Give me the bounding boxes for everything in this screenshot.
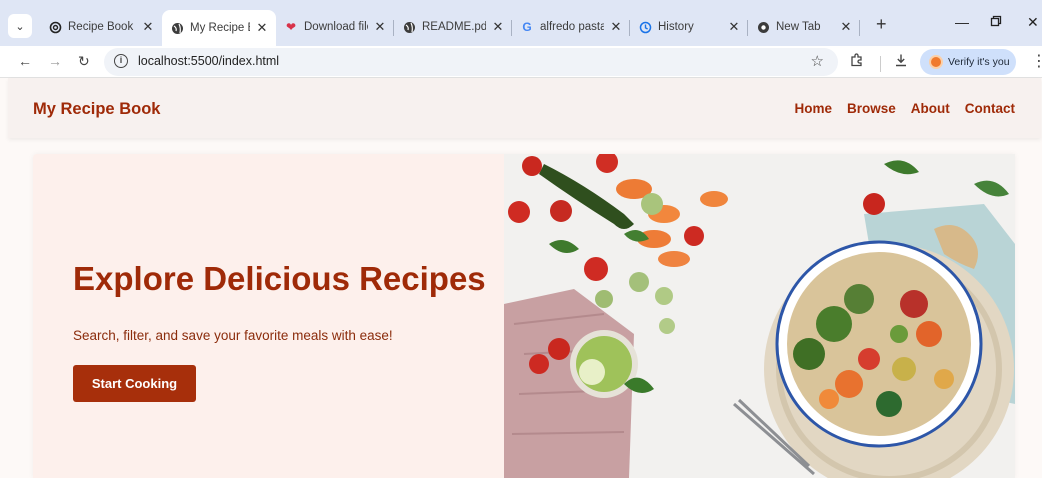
close-icon[interactable]: ✕: [728, 19, 740, 35]
tab-title: alfredo pasta: [540, 21, 604, 33]
extensions-puzzle-icon[interactable]: [850, 53, 864, 70]
history-icon: [638, 20, 652, 34]
nav-home-link[interactable]: Home: [794, 101, 832, 116]
start-cooking-button[interactable]: Start Cooking: [73, 365, 196, 402]
close-icon[interactable]: ✕: [840, 19, 852, 35]
globe-icon: [402, 20, 416, 34]
tab-search-button[interactable]: ⌄: [8, 14, 32, 38]
close-icon[interactable]: ✕: [610, 19, 622, 35]
forward-arrow-icon[interactable]: →: [48, 53, 62, 69]
more-menu-icon[interactable]: ⋮: [1031, 51, 1042, 71]
url-text[interactable]: localhost:5500/index.html: [138, 54, 279, 68]
main-nav: Home Browse About Contact: [794, 101, 1015, 116]
tab-my-recipe-book[interactable]: My Recipe Bo ✕: [162, 10, 276, 46]
tab-separator: [859, 20, 860, 36]
close-icon[interactable]: ✕: [142, 19, 154, 35]
tab-readme-pdf[interactable]: README.pdf ✕: [394, 12, 512, 42]
chrome-icon: [756, 20, 770, 34]
hero-title: Explore Delicious Recipes: [73, 260, 486, 297]
tab-list: Recipe Book V ✕ My Recipe Bo ✕ ❤ Downloa…: [40, 10, 860, 46]
tab-history[interactable]: History ✕: [630, 12, 748, 42]
verify-label: Verify it's you: [948, 56, 1010, 68]
tab-download-file[interactable]: ❤ Download file ✕: [276, 12, 394, 42]
tab-strip: ⌄ Recipe Book V ✕ My Recipe Bo ✕ ❤ Downl…: [0, 0, 1042, 46]
minimize-icon[interactable]: —: [955, 14, 969, 30]
address-bar[interactable]: i localhost:5500/index.html ☆: [104, 48, 838, 76]
tab-title: My Recipe Bo: [190, 22, 250, 34]
site-info-icon[interactable]: i: [114, 54, 128, 68]
window-close-icon[interactable]: ✕: [1027, 14, 1039, 31]
verify-profile-button[interactable]: Verify it's you: [920, 49, 1016, 75]
heart-icon: ❤: [285, 20, 297, 34]
openai-icon: [48, 20, 62, 34]
browser-toolbar: ← → ↻ i localhost:5500/index.html ☆ Veri…: [0, 46, 1042, 78]
back-arrow-icon[interactable]: ←: [18, 53, 32, 69]
nav-contact-link[interactable]: Contact: [965, 101, 1015, 116]
tab-new-tab[interactable]: New Tab ✕: [748, 12, 860, 42]
new-tab-plus-icon[interactable]: +: [876, 14, 887, 35]
avatar: [929, 55, 943, 69]
tab-title: History: [658, 21, 694, 33]
close-icon[interactable]: ✕: [492, 19, 504, 35]
site-header: My Recipe Book Home Browse About Contact: [8, 78, 1041, 138]
tab-alfredo-pasta[interactable]: G alfredo pasta ✕: [512, 12, 630, 42]
hero-section: Explore Delicious Recipes Search, filter…: [33, 154, 1015, 478]
tab-recipe-book-v[interactable]: Recipe Book V ✕: [40, 12, 162, 42]
web-page: My Recipe Book Home Browse About Contact…: [0, 78, 1042, 478]
toolbar-divider: [880, 56, 881, 72]
google-icon: G: [522, 20, 532, 34]
tab-title: Recipe Book V: [68, 21, 136, 33]
hero-food-image: [504, 154, 1015, 478]
nav-browse-link[interactable]: Browse: [847, 101, 896, 116]
restore-icon[interactable]: [990, 14, 1002, 30]
close-icon[interactable]: ✕: [256, 20, 268, 36]
hero-subtitle: Search, filter, and save your favorite m…: [73, 328, 393, 343]
tab-title: README.pdf: [422, 21, 486, 33]
close-icon[interactable]: ✕: [374, 19, 386, 35]
download-icon[interactable]: [894, 53, 908, 70]
site-brand[interactable]: My Recipe Book: [33, 100, 160, 119]
tab-title: Download file: [304, 21, 368, 33]
reload-icon[interactable]: ↻: [78, 53, 90, 70]
bookmark-star-icon[interactable]: ☆: [811, 52, 824, 70]
nav-about-link[interactable]: About: [911, 101, 950, 116]
tab-title: New Tab: [776, 21, 821, 33]
globe-icon: [170, 21, 184, 35]
chevron-down-icon: ⌄: [15, 20, 25, 33]
